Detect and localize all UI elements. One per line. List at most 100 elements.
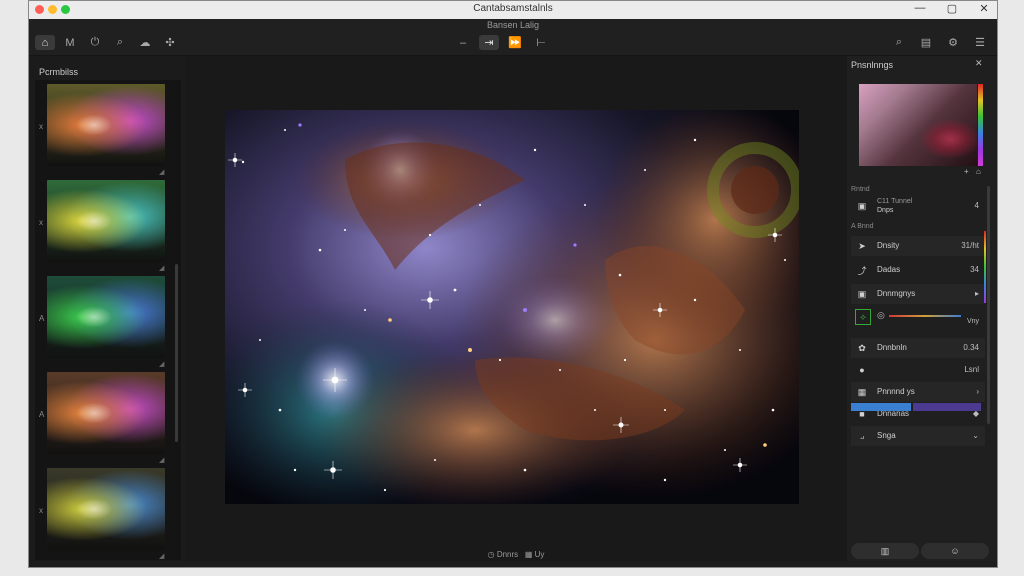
toolbar: Bansen Lalig ⌂ M ⏻ ⌕ ☁ ✣ – ⇥ ⏩ ⊢ ⌕ ▤ ⚙ ☰ xyxy=(29,19,997,56)
window-title: Cantabsamstalnls xyxy=(473,3,553,14)
property-row[interactable]: ● Lsnl xyxy=(851,360,985,380)
nebula-image[interactable] xyxy=(225,110,799,504)
thumbnail-marker: x xyxy=(39,218,43,227)
tunnel-row[interactable]: ▣ C11 Tunnel Dnps 4 xyxy=(851,196,985,216)
power-icon[interactable]: ⏻ xyxy=(85,35,105,50)
property-value[interactable]: › xyxy=(976,387,979,396)
property-value[interactable]: 31/ht xyxy=(961,241,979,250)
progress-bar-purple xyxy=(913,403,981,411)
property-label: Pnnnnd ys xyxy=(877,387,915,396)
chat-icon[interactable]: ☁ xyxy=(135,35,155,50)
slider-row[interactable]: ⟡ ◎ Vny xyxy=(851,306,985,326)
search-icon-right[interactable]: ⌕ xyxy=(889,35,909,50)
property-row[interactable]: ⤴ Dadas 34 xyxy=(851,260,985,280)
property-value[interactable]: Lsnl xyxy=(964,365,979,374)
measure-icon[interactable]: M xyxy=(60,35,80,50)
property-row[interactable]: ⟓ Snga ⌄ xyxy=(851,426,985,446)
property-value[interactable]: ⌄ xyxy=(972,431,979,440)
property-label: Dnnmgnys xyxy=(877,289,916,298)
maximize-icon[interactable]: ▢ xyxy=(943,2,961,15)
add-icon[interactable]: + xyxy=(964,167,969,176)
thumbnail-corner-icon: ◢ xyxy=(159,361,165,368)
thumbnail-item[interactable] xyxy=(47,372,165,454)
minimize-icon[interactable]: — xyxy=(911,2,929,14)
property-row[interactable]: ✿ Dnnbnln 0.34 xyxy=(851,338,985,358)
progress-bar-blue xyxy=(851,403,911,411)
grid-icon[interactable]: ▦ xyxy=(525,550,533,559)
forward-icon[interactable]: ⏩ xyxy=(505,35,525,50)
note-icon[interactable]: ▤ xyxy=(916,35,936,50)
property-value[interactable]: 34 xyxy=(970,265,979,274)
property-row[interactable]: ▣ Dnnmgnys ▸ xyxy=(851,284,985,304)
thumbnail-item[interactable] xyxy=(47,84,165,166)
status-bar: ◷ Dnnrs ▦ Uy xyxy=(185,550,847,559)
property-value[interactable]: ▸ xyxy=(975,289,979,298)
property-row[interactable]: ➤ Dnsity 31/ht xyxy=(851,236,985,256)
properties-panel: Pnsnlnngs ✕ + ⌂ Rntnd ▣ C11 Tunnel Dnps … xyxy=(847,56,997,561)
section-band-label: A Bnnd xyxy=(851,223,874,230)
thumbnail-item[interactable] xyxy=(47,276,165,358)
close-panel-icon[interactable]: ✕ xyxy=(975,58,983,69)
thumbnail-corner-icon: ◢ xyxy=(159,457,165,464)
thumbnail-scrollbar[interactable] xyxy=(175,264,178,442)
leaf-icon: ⟡ xyxy=(855,309,871,325)
thumbnail-item[interactable] xyxy=(47,468,165,550)
status-right-text: Uy xyxy=(534,550,545,559)
property-value[interactable]: 0.34 xyxy=(963,343,979,352)
photo-icon: ▦ xyxy=(857,386,867,397)
palette-icon: ✿ xyxy=(858,342,866,353)
tick-icon[interactable]: ⊢ xyxy=(531,35,551,50)
property-row[interactable]: ▦ Pnnnnd ys › xyxy=(851,382,985,402)
cursor-icon: ⤴ xyxy=(857,265,867,276)
tunnel-value: 4 xyxy=(974,201,979,210)
clock-icon: ◷ xyxy=(487,550,495,559)
property-label: Dnnbnln xyxy=(877,343,907,352)
image-icon: ▣ xyxy=(857,288,867,299)
app-window: Cantabsamstalnls — ▢ ✕ Bansen Lalig ⌂ M ⏻ ⌕… xyxy=(28,0,998,568)
home-icon[interactable]: ⌂ xyxy=(35,35,55,50)
menu-icon[interactable]: ☰ xyxy=(970,35,990,50)
property-label: Dnsity xyxy=(877,241,900,250)
status-text: Dnnrs xyxy=(496,550,519,559)
canvas-area: ◷ Dnnrs ▦ Uy xyxy=(185,56,847,561)
emoji-tab[interactable]: ☺ xyxy=(921,543,989,559)
property-label: Dadas xyxy=(877,265,901,274)
slider-label: Vny xyxy=(966,318,979,325)
thumbnail-marker: x xyxy=(39,506,43,515)
tunnel-label: C11 Tunnel xyxy=(877,198,913,205)
side-spectrum xyxy=(984,231,986,303)
tunnel-icon: ▣ xyxy=(857,200,867,211)
close-icon[interactable]: ✕ xyxy=(975,2,993,15)
document-subtitle: Bansen Lalig xyxy=(486,20,540,30)
arrow-icon: ➤ xyxy=(858,240,866,251)
tunnel-sublabel: Dnps xyxy=(877,207,894,214)
circle-icon: ● xyxy=(859,365,865,375)
thumbnail-item[interactable] xyxy=(47,180,165,262)
thumbnail-marker: A xyxy=(39,314,45,323)
target-icon: ◎ xyxy=(877,310,885,320)
settings-icon[interactable]: ⚙ xyxy=(943,35,963,50)
title-bar: Cantabsamstalnls — ▢ ✕ xyxy=(29,1,997,20)
tools-icon[interactable]: ✣ xyxy=(160,35,180,50)
thumbnail-corner-icon: ◢ xyxy=(159,169,165,176)
dash-icon[interactable]: – xyxy=(453,35,473,50)
thumbnail-panel: Pcrmbilss x ◢ x ◢ A ◢ A ◢ x ◢ xyxy=(29,56,185,561)
properties-scrollbar[interactable] xyxy=(987,186,990,424)
thumbnail-panel-title: Pcrmbilss xyxy=(39,67,79,77)
properties-title: Pnsnlnngs xyxy=(851,60,894,70)
thumbnail-marker: A xyxy=(39,410,45,419)
panel-tabs: ▥ ☺ xyxy=(851,543,991,559)
color-preview[interactable] xyxy=(859,84,977,166)
thumbnail-corner-icon: ◢ xyxy=(159,553,165,560)
nebula-artwork xyxy=(225,110,799,504)
hue-spectrum[interactable] xyxy=(978,84,983,166)
layout-tab[interactable]: ▥ xyxy=(851,543,919,559)
arrow-icon[interactable]: ⇥ xyxy=(479,35,499,50)
thumbnail-list: x ◢ x ◢ A ◢ A ◢ x ◢ xyxy=(35,80,181,560)
color-slider[interactable] xyxy=(889,315,961,317)
search-icon[interactable]: ⌕ xyxy=(110,35,130,50)
layer-icon: ⟓ xyxy=(859,430,865,441)
lock-icon[interactable]: ⌂ xyxy=(976,167,981,176)
thumbnail-marker: x xyxy=(39,122,43,131)
property-label: Snga xyxy=(877,431,896,440)
